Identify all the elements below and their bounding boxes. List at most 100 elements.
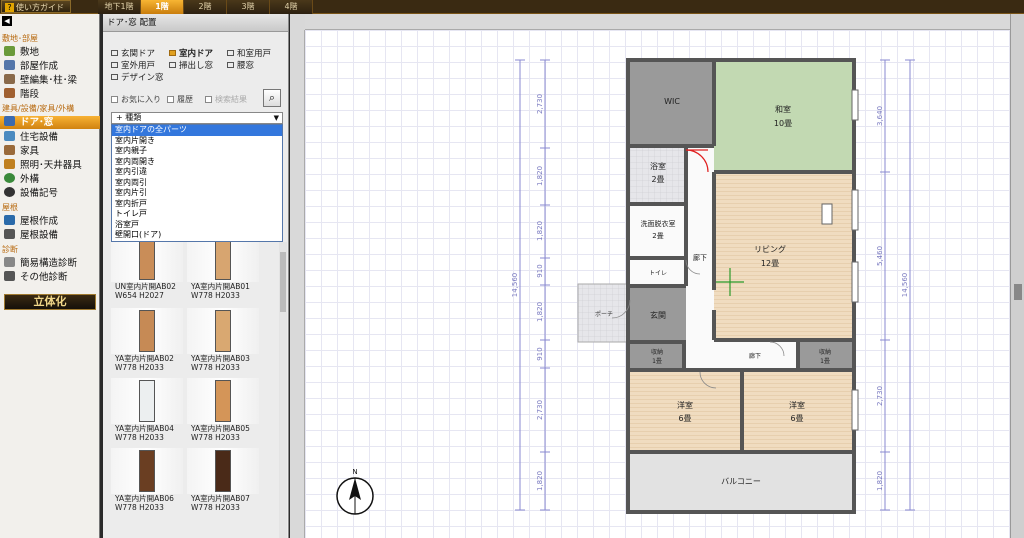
- category-entrance-door[interactable]: 玄関ドア: [111, 47, 155, 59]
- door-thumbnail[interactable]: [111, 308, 183, 354]
- label-closet-left-size: 1畳: [652, 358, 662, 365]
- menu-roof-make[interactable]: 屋根作成: [4, 215, 98, 228]
- floor-tab-b1[interactable]: 地下1階: [98, 0, 141, 14]
- door-thumbnail[interactable]: [111, 236, 183, 282]
- category-sweep-window[interactable]: 掃出し窓: [169, 59, 213, 71]
- door-thumbnail[interactable]: [111, 378, 183, 424]
- dropdown-option[interactable]: 室内片引: [112, 188, 282, 199]
- category-exterior-door[interactable]: 室外用戸: [111, 59, 155, 71]
- type-select[interactable]: + 種類 ▼: [111, 112, 283, 124]
- menu-exterior[interactable]: 外構: [4, 173, 98, 186]
- help-icon: ?: [5, 3, 14, 12]
- menu-stairs[interactable]: 階段: [4, 88, 98, 101]
- dropdown-option[interactable]: 室内両引: [112, 178, 282, 189]
- room-dressing[interactable]: [630, 204, 686, 258]
- room-closet-left[interactable]: [630, 342, 684, 370]
- furniture-icon: [4, 145, 15, 155]
- door-thumbnail[interactable]: [187, 448, 259, 494]
- dim-right-0: 3,640: [876, 106, 884, 126]
- section-fixtures: 建具/設備/家具/外構: [2, 104, 75, 113]
- room-living[interactable]: [714, 172, 852, 340]
- room-hall-upper[interactable]: [686, 146, 714, 342]
- thumbnail-name: YA室内片開AB07: [191, 494, 250, 503]
- menu-door-window[interactable]: ドア･窓: [0, 116, 100, 129]
- thumbnail-name: YA室内片開AB01: [191, 282, 250, 291]
- plan-canvas[interactable]: 2,730 1,820 1,820 910 1,820 910 2,730 1,…: [305, 30, 1012, 538]
- dropdown-option[interactable]: 室内折戸: [112, 199, 282, 210]
- floor-tab-4f[interactable]: 4階: [270, 0, 313, 14]
- checkbox-icon: [169, 62, 176, 68]
- right-panel-toggle[interactable]: [1010, 14, 1024, 538]
- dropdown-option[interactable]: 室内両開き: [112, 157, 282, 168]
- door-thumbnail[interactable]: [187, 236, 259, 282]
- dropdown-option[interactable]: 壁開口(ドア): [112, 230, 282, 241]
- door-thumbnail[interactable]: [187, 308, 259, 354]
- room-youshitsu-right[interactable]: [742, 370, 852, 452]
- category-japanese-door[interactable]: 和室用戸: [227, 47, 271, 59]
- dim-left-4: 1,820: [536, 302, 544, 322]
- menu-symbol[interactable]: 設備記号: [4, 187, 98, 200]
- room-washitsu[interactable]: [714, 62, 852, 172]
- dropdown-option[interactable]: 浴室戸: [112, 220, 282, 231]
- filter-history[interactable]: 履歴: [167, 94, 193, 105]
- lighting-icon: [4, 159, 15, 169]
- menu-simple-diagnosis[interactable]: 簡易構造診断: [4, 257, 98, 270]
- floor-tab-1f[interactable]: 1階: [141, 0, 184, 14]
- thumbnail-name: YA室内片開AB05: [191, 424, 250, 433]
- menu-wall[interactable]: 壁編集･柱･梁: [4, 74, 98, 87]
- door-image: [215, 238, 231, 280]
- floor-tab-3f[interactable]: 3階: [227, 0, 270, 14]
- menu-other-diagnosis[interactable]: その他診断: [4, 271, 98, 284]
- symbol-icon: [4, 187, 15, 197]
- scroll-thumb[interactable]: [280, 252, 286, 312]
- menu-roof-equip[interactable]: 屋根設備: [4, 229, 98, 242]
- collapse-handle-icon[interactable]: [1014, 284, 1022, 300]
- roof-equipment-icon: [4, 229, 15, 239]
- category-waist-window[interactable]: 腰窓: [227, 59, 254, 71]
- stairs-icon: [4, 88, 15, 98]
- section-roof: 屋根: [2, 203, 18, 212]
- menu-equipment[interactable]: 住宅設備: [4, 131, 98, 144]
- door-window-icon: [4, 116, 15, 126]
- checkbox-icon: [169, 50, 176, 56]
- label-hall-lower: 廊下: [749, 352, 761, 360]
- room-youshitsu-left[interactable]: [630, 370, 740, 452]
- dim-right-1: 5,460: [876, 246, 884, 266]
- dropdown-option[interactable]: トイレ戸: [112, 209, 282, 220]
- menu-lighting[interactable]: 照明･天井器具: [4, 159, 98, 172]
- label-dressing-size: 2畳: [652, 232, 663, 240]
- menu-site[interactable]: 敷地: [4, 46, 98, 59]
- floor-plan[interactable]: 2,730 1,820 1,820 910 1,820 910 2,730 1,…: [305, 30, 1012, 538]
- menu-furniture[interactable]: 家具: [4, 145, 98, 158]
- door-thumbnail[interactable]: [187, 378, 259, 424]
- thumbnail-size: W778 H2033: [115, 363, 164, 372]
- panel-scrollbar[interactable]: [279, 242, 287, 538]
- render-3d-button[interactable]: 立体化: [4, 294, 96, 310]
- floor-tab-2f[interactable]: 2階: [184, 0, 227, 14]
- filter-favorite[interactable]: お気に入り: [111, 94, 161, 105]
- guide-button[interactable]: ? 使い方ガイド: [1, 0, 71, 13]
- dim-left-6: 2,730: [536, 400, 544, 420]
- dropdown-option[interactable]: 室内ドアの全パーツ: [112, 125, 282, 136]
- dim-right-2: 2,730: [876, 386, 884, 406]
- label-youshitsu-right-size: 6畳: [790, 414, 803, 423]
- door-image: [139, 310, 155, 352]
- label-living-size: 12畳: [761, 259, 779, 268]
- category-interior-door[interactable]: 室内ドア: [169, 47, 213, 59]
- thumbnail-size: W778 H2033: [115, 503, 164, 512]
- collapse-icon[interactable]: ◀: [2, 16, 12, 26]
- dropdown-option[interactable]: 室内親子: [112, 146, 282, 157]
- room-closet-right[interactable]: [798, 342, 852, 370]
- menu-room[interactable]: 部屋作成: [4, 60, 98, 73]
- category-design-window[interactable]: デザイン窓: [111, 71, 164, 83]
- door-thumbnail[interactable]: [111, 448, 183, 494]
- label-washitsu-size: 10畳: [774, 119, 792, 128]
- checkbox-icon: [227, 50, 234, 56]
- dropdown-option[interactable]: 室内片開き: [112, 136, 282, 147]
- dim-left-3: 910: [536, 264, 544, 277]
- dropdown-option[interactable]: 室内引違: [112, 167, 282, 178]
- label-toilet: トイレ: [649, 270, 667, 277]
- ruler-top: [305, 14, 1012, 30]
- door-image: [215, 310, 231, 352]
- search-icon[interactable]: ⌕: [263, 89, 281, 107]
